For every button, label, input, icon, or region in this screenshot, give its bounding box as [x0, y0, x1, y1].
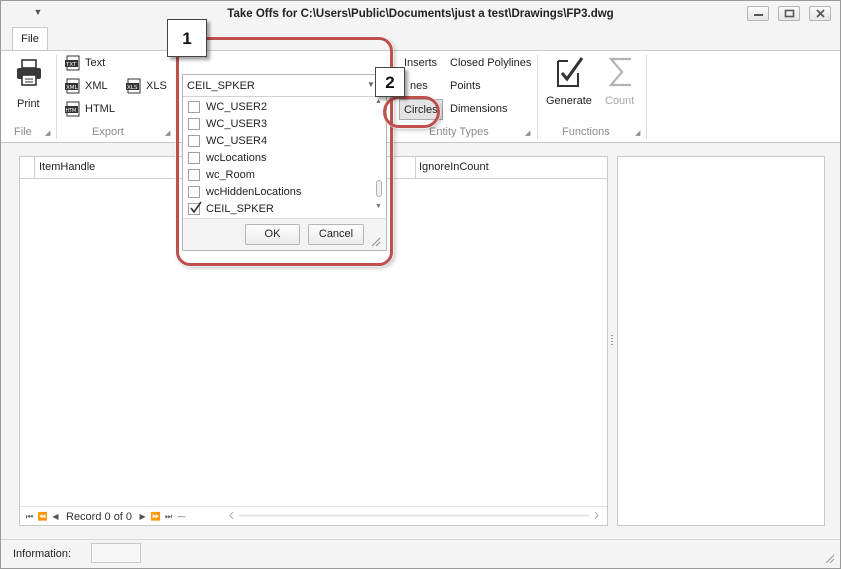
details-panel — [617, 156, 825, 526]
group-label-file: File — [14, 126, 32, 138]
printer-icon — [17, 59, 41, 86]
export-text-button[interactable]: TXT Text — [65, 54, 105, 72]
first-record-icon[interactable]: ⏮ — [23, 512, 36, 522]
column-divider — [415, 157, 416, 178]
maximize-icon — [784, 9, 795, 18]
next-record-icon[interactable]: ▶ — [136, 512, 149, 521]
group-separator — [537, 55, 538, 139]
print-button[interactable]: Print — [11, 57, 47, 117]
last-record-icon[interactable]: ⏭ — [162, 512, 175, 522]
sigma-icon — [608, 57, 631, 87]
generate-label: Generate — [546, 95, 592, 107]
dialog-launcher-icon[interactable]: ◢ — [525, 130, 532, 137]
record-counter: Record 0 of 0 — [66, 510, 133, 523]
status-bar: Information: — [1, 539, 840, 568]
callout-number-2: 2 — [375, 67, 405, 97]
dialog-launcher-icon[interactable]: ◢ — [165, 130, 172, 137]
maximize-button[interactable] — [778, 6, 800, 21]
previous-page-icon[interactable]: ⏪ — [36, 512, 49, 521]
information-field — [91, 543, 141, 563]
export-xml-label: XML — [85, 80, 108, 92]
information-label: Information: — [13, 548, 72, 560]
callout-number-1: 1 — [167, 19, 207, 57]
xml-file-icon: XML — [65, 78, 81, 94]
next-page-icon[interactable]: ⏩ — [149, 512, 162, 521]
tab-file[interactable]: File — [12, 27, 48, 51]
horizontal-scrollbar[interactable] — [229, 511, 599, 520]
entity-points-button[interactable]: Points — [450, 77, 481, 95]
count-label: Count — [605, 95, 635, 107]
html-file-icon: HTM — [65, 101, 81, 117]
generate-button[interactable]: Generate — [542, 54, 598, 114]
group-label-entity-types: Entity Types — [429, 126, 489, 138]
txt-file-icon: TXT — [65, 55, 81, 71]
count-button[interactable]: Count — [601, 54, 641, 114]
column-header-itemhandle[interactable]: ItemHandle — [39, 161, 95, 173]
export-html-button[interactable]: HTM HTML — [65, 100, 115, 118]
svg-text:XLS: XLS — [127, 85, 138, 91]
entity-dimensions-button[interactable]: Dimensions — [450, 100, 507, 118]
callout-highlight-popup — [176, 37, 393, 266]
group-separator — [56, 55, 57, 139]
row-indicator-header — [20, 157, 35, 178]
export-html-label: HTML — [85, 103, 115, 115]
splitter-grip-icon — [611, 335, 613, 347]
resize-grip-icon[interactable] — [824, 553, 835, 564]
export-text-label: Text — [85, 57, 106, 69]
checklist-icon — [557, 57, 584, 87]
minimize-icon — [754, 14, 763, 16]
xls-file-icon: XLS — [126, 78, 142, 94]
print-label: Print — [17, 98, 40, 110]
entity-closed-polylines-button[interactable]: Closed Polylines — [450, 54, 531, 72]
dialog-launcher-icon[interactable]: ◢ — [635, 130, 642, 137]
window-title: Take Offs for C:\Users\Public\Documents\… — [227, 8, 614, 20]
entity-inserts-button[interactable]: Inserts — [404, 54, 437, 72]
export-xls-button[interactable]: XLS XLS — [126, 77, 167, 95]
svg-text:HTM: HTM — [66, 108, 77, 114]
app-window: ▼ Take Offs for C:\Users\Public\Document… — [0, 0, 841, 569]
group-label-export: Export — [92, 126, 124, 138]
delete-record-icon[interactable]: — — [175, 512, 188, 521]
panel-splitter[interactable] — [608, 156, 617, 526]
dialog-launcher-icon[interactable]: ◢ — [45, 130, 52, 137]
export-xml-button[interactable]: XML XML — [65, 77, 108, 95]
export-xls-label: XLS — [146, 80, 167, 92]
close-icon — [816, 9, 825, 18]
previous-record-icon[interactable]: ◀ — [49, 512, 62, 521]
close-button[interactable] — [809, 6, 831, 21]
entity-lines-button[interactable]: nes — [410, 77, 428, 95]
group-label-functions: Functions — [562, 126, 610, 138]
group-separator — [646, 55, 647, 139]
title-bar: ▼ Take Offs for C:\Users\Public\Document… — [1, 1, 840, 29]
svg-text:TXT: TXT — [65, 62, 77, 68]
column-header-ignoreincount[interactable]: IgnoreInCount — [419, 161, 489, 173]
svg-text:XML: XML — [66, 85, 79, 91]
minimize-button[interactable] — [747, 6, 769, 21]
callout-highlight-circles — [383, 96, 440, 128]
